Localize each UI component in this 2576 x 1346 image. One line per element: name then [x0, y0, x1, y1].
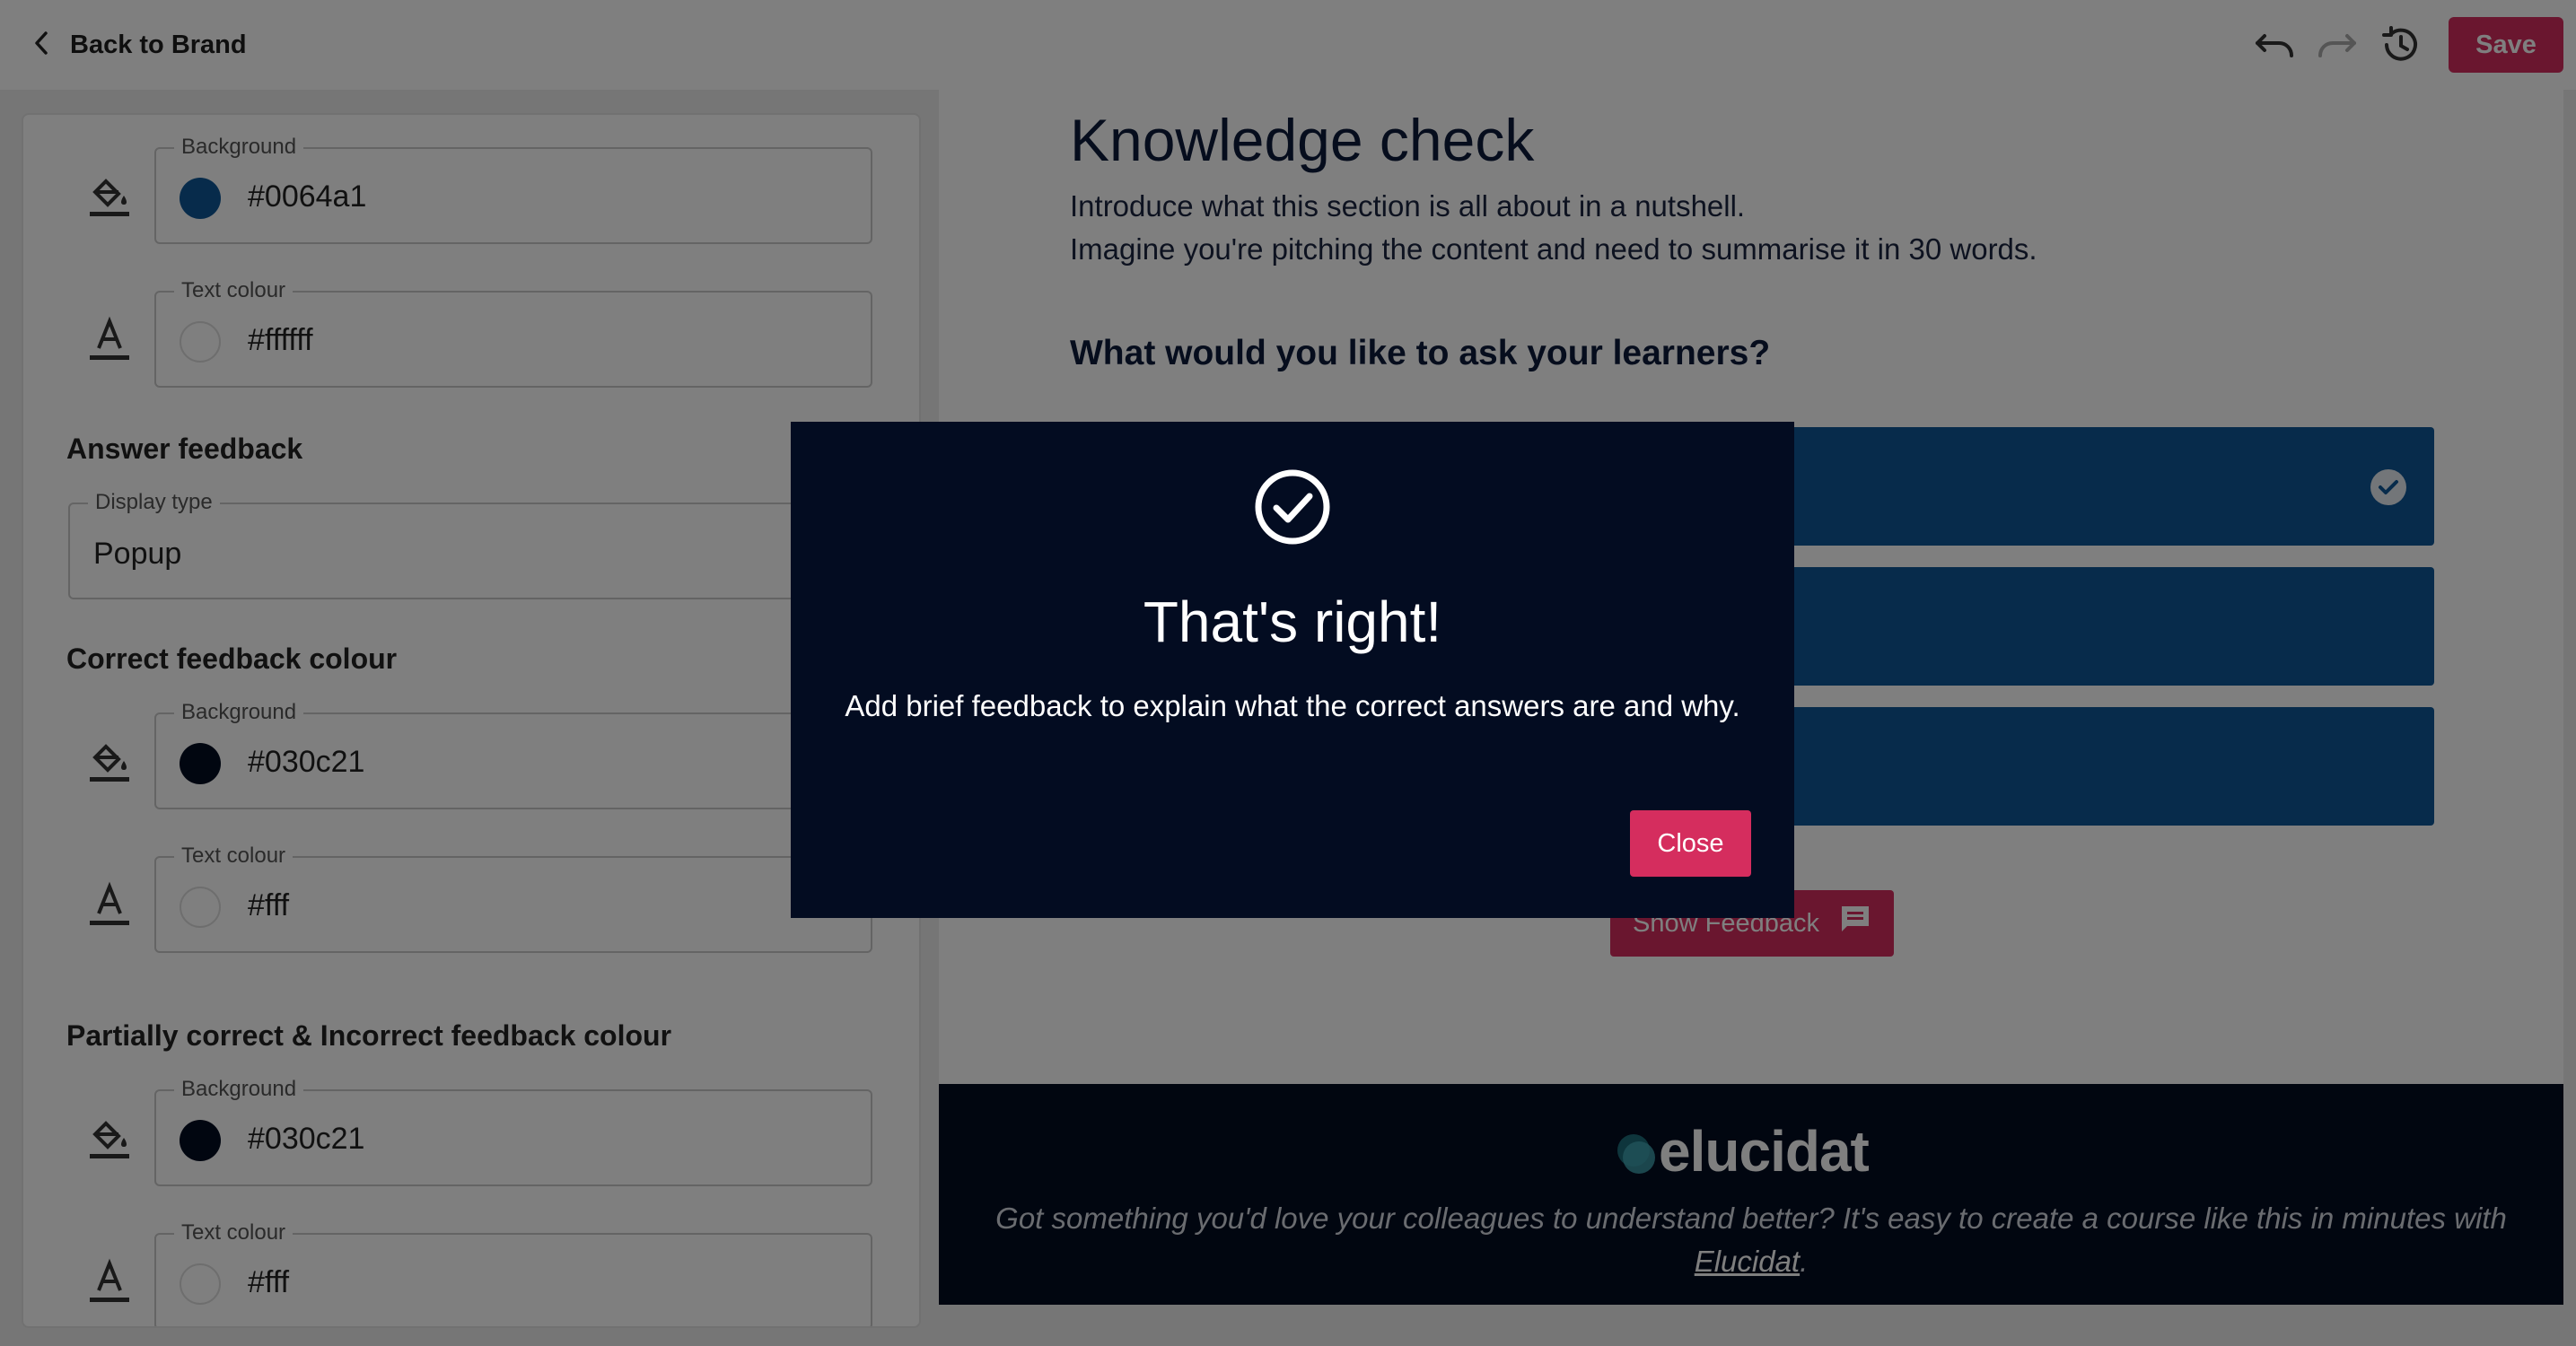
popup-body: Add brief feedback to explain what the c…: [845, 689, 1740, 722]
feedback-popup: That's right! Add brief feedback to expl…: [791, 422, 1794, 918]
check-circle-icon: [1254, 468, 1331, 550]
close-button[interactable]: Close: [1630, 810, 1751, 877]
popup-title: That's right!: [1143, 590, 1442, 654]
